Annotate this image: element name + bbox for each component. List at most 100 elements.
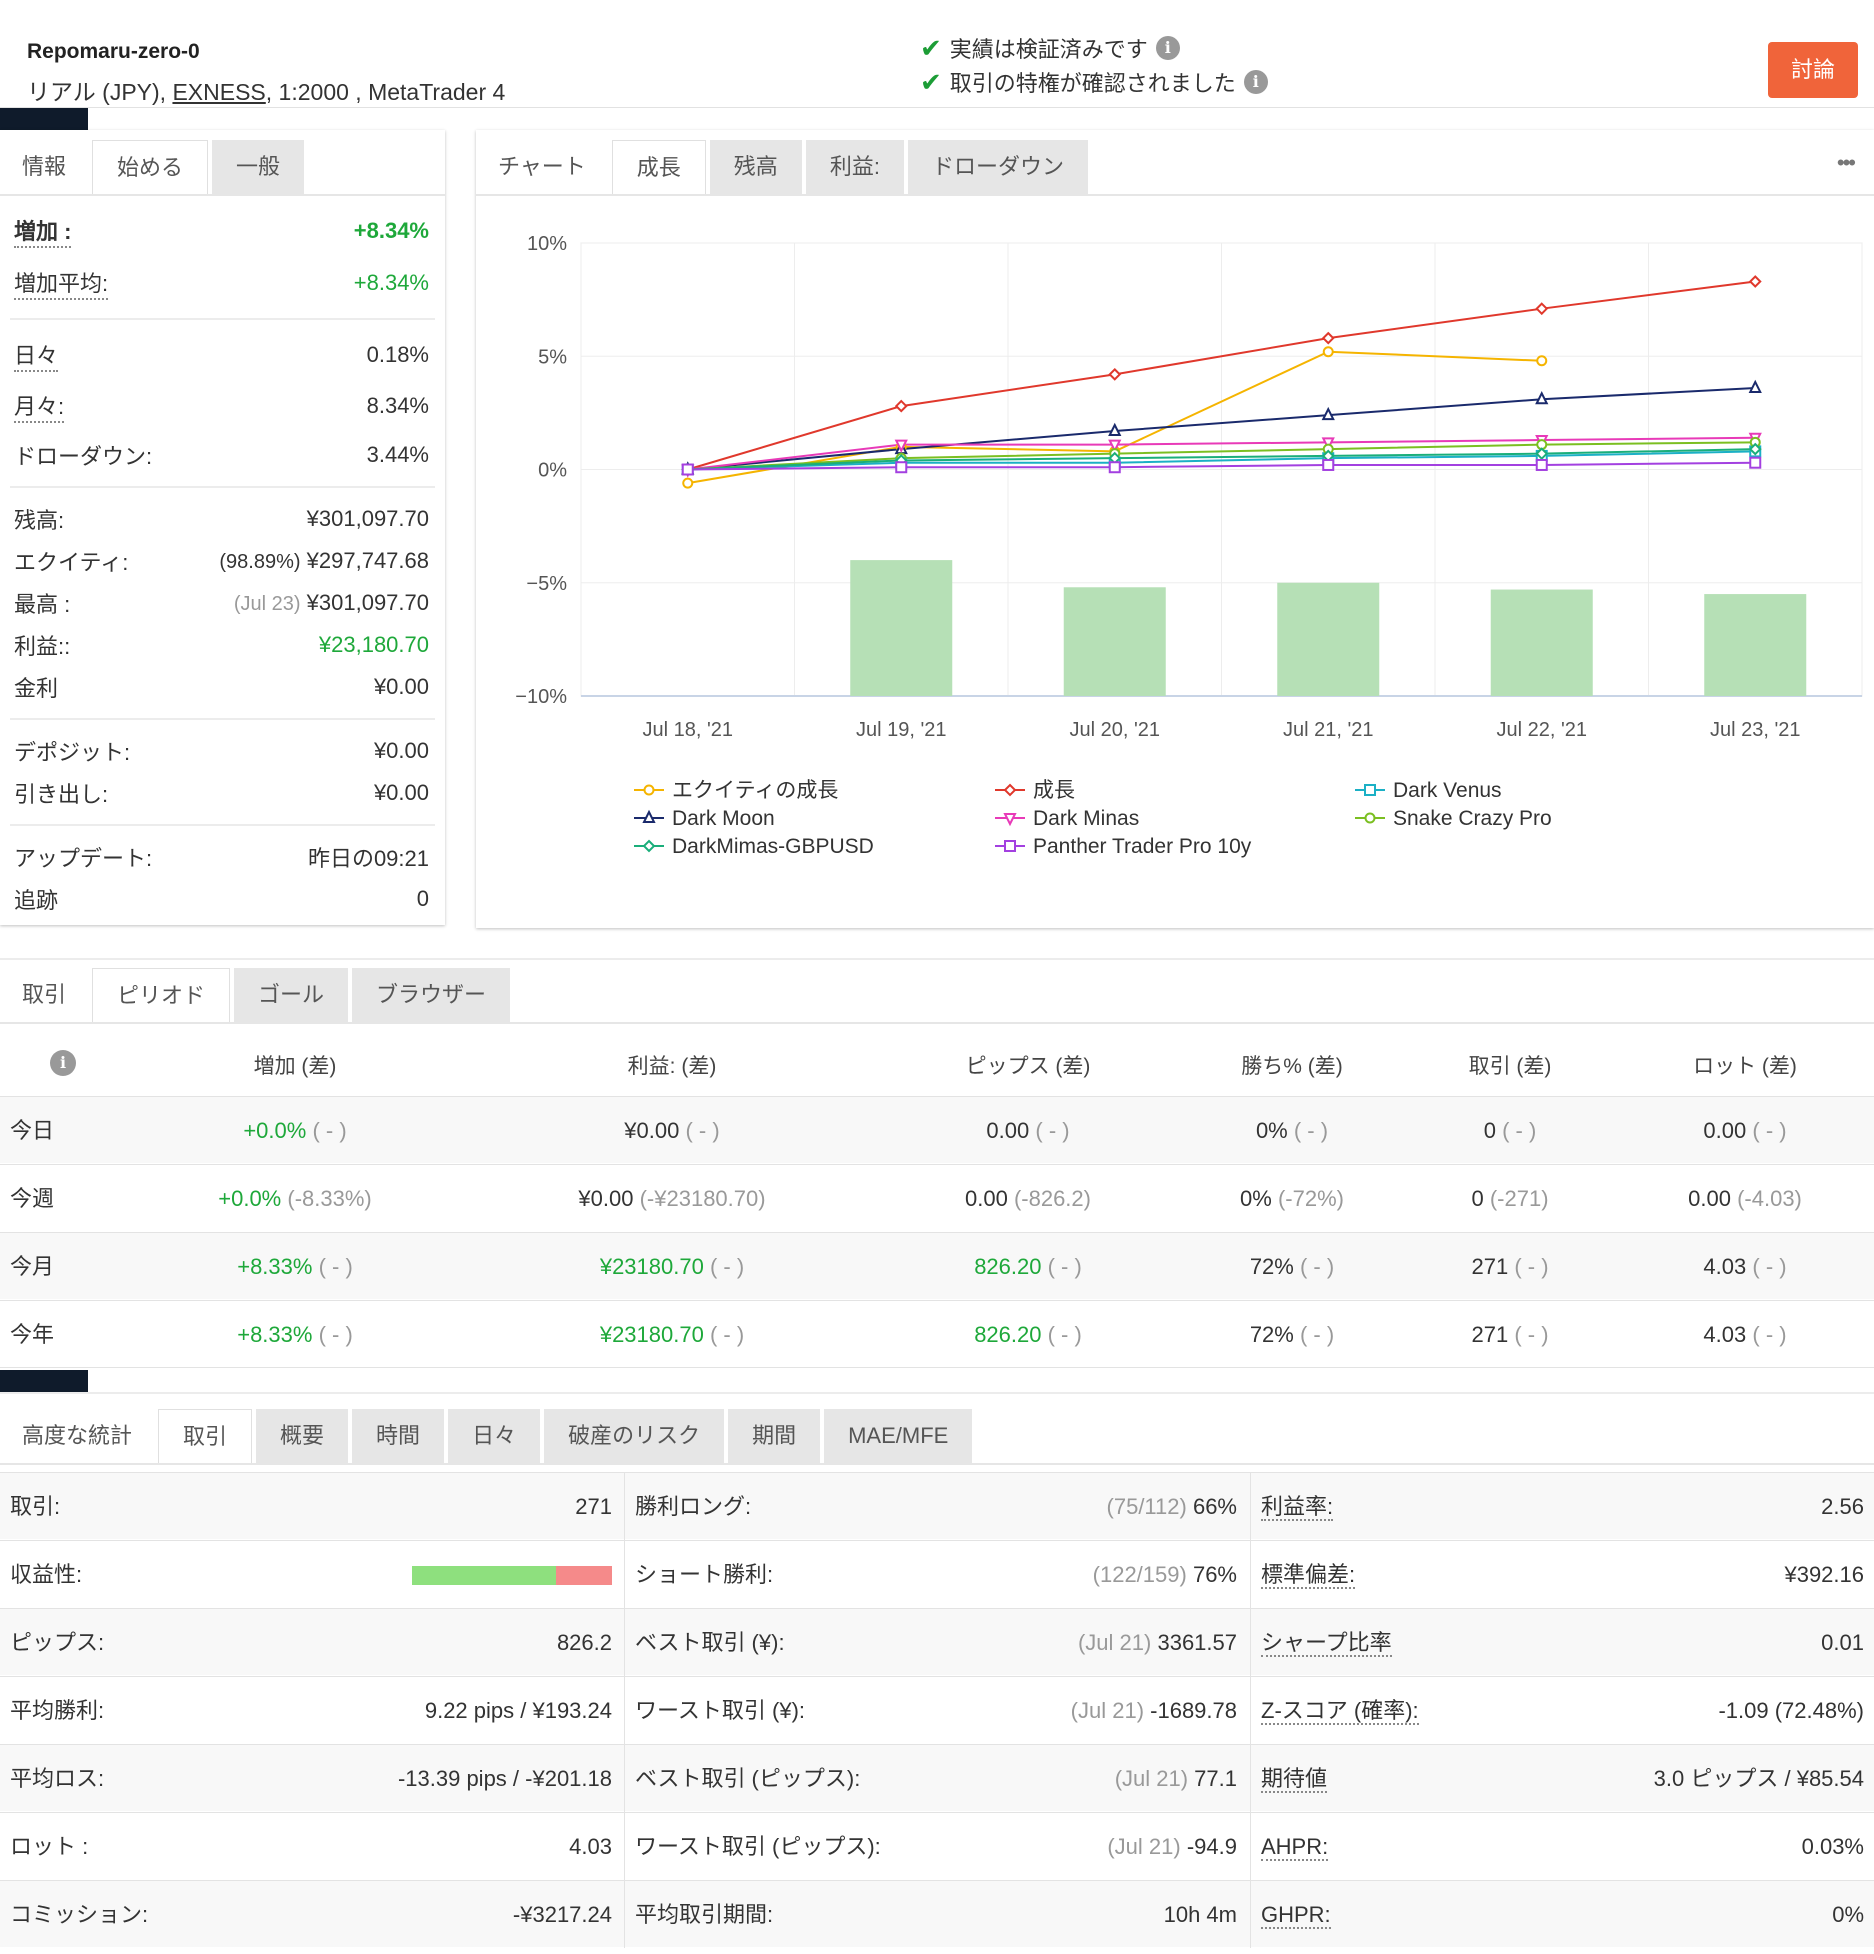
updated-value: 昨日の09:21 (307, 846, 429, 871)
period-value: +0.0% (243, 1118, 307, 1143)
info-icon[interactable]: i (1243, 70, 1268, 94)
tab-periods[interactable]: ピリオド (92, 968, 231, 1022)
period-diff: ( - ) (318, 1322, 353, 1347)
period-diff: ( - ) (1752, 1322, 1787, 1347)
period-value: 72% (1249, 1254, 1294, 1279)
info-tabs: 情報 始める 一般 (0, 140, 308, 194)
period-label: 今年 (10, 1322, 55, 1347)
period-value: 0.00 (965, 1186, 1008, 1211)
period-header: 利益: (差) (627, 1055, 717, 1078)
period-row: 今年 +8.33% ( - ) ¥23180.70 ( - ) 826.20 ( - … (0, 1300, 1874, 1367)
info-icon[interactable]: i (50, 1050, 76, 1076)
period-cell: ¥23180.70 ( - ) (472, 1301, 872, 1368)
check-icon: ✔ (920, 33, 942, 63)
legend-marker (1003, 783, 1017, 797)
period-value: 0% (1255, 1118, 1288, 1143)
stat-label: ピップス: (10, 1630, 105, 1655)
monthly-row: 月々: 8.34% (14, 385, 429, 427)
interest-label: 金利 (14, 676, 59, 701)
period-value: 0% (1240, 1186, 1272, 1211)
period-diff: ( - ) (1047, 1254, 1082, 1279)
stat-value: 10h 4m (1163, 1902, 1237, 1927)
stat-value: 271 (575, 1494, 612, 1519)
stat-value: (122/159) 76% (1092, 1562, 1237, 1587)
daily-row: 日々 0.18% (14, 334, 429, 376)
tab-browser[interactable]: ブラウザー (352, 968, 511, 1022)
tab-summary[interactable]: 概要 (256, 1409, 349, 1463)
bar (850, 560, 953, 696)
gain-label: 増加 : (14, 214, 72, 248)
tab-general[interactable]: 一般 (212, 140, 305, 194)
stats-row: 平均ロス: -13.39 pips / -¥201.18 ベスト取引 (ピップス):… (0, 1744, 1874, 1811)
tab-getting-started[interactable]: 始める (92, 140, 209, 194)
abs-gain-row: 増加平均: +8.34% (14, 262, 429, 304)
stat-label: ショート勝利: (635, 1562, 774, 1587)
period-value: ¥0.00 (578, 1186, 634, 1211)
period-diff: ( - ) (1514, 1322, 1549, 1347)
broker-link[interactable]: EXNESS (172, 79, 265, 105)
tab-hours[interactable]: 時間 (352, 1409, 445, 1463)
period-value: +8.33% (237, 1254, 313, 1279)
profit-label: 利益:: (14, 634, 71, 659)
account-name: Repomaru-zero-0 (27, 40, 200, 63)
period-tabs: 取引 ピリオド ゴール ブラウザー (0, 968, 514, 1022)
drawdown-value: 3.44% (366, 442, 429, 467)
period-row: 今月 +8.33% ( - ) ¥23180.70 ( - ) 826.20 ( - … (0, 1232, 1874, 1299)
period-label: 今日 (10, 1118, 55, 1143)
bar (1490, 589, 1593, 696)
tab-risk-of-ruin[interactable]: 破産のリスク (544, 1409, 725, 1463)
profit-row: 利益:: ¥23,180.70 (14, 624, 429, 666)
tab-mae-mfe[interactable]: MAE/MFE (824, 1409, 973, 1463)
period-diff: (-271) (1489, 1186, 1549, 1211)
tab-chart[interactable]: チャート (476, 140, 608, 194)
stat-label: GHPR: (1261, 1902, 1331, 1929)
stat-value: 826.2 (556, 1630, 612, 1655)
stat-label: ベスト取引 (¥): (635, 1630, 785, 1655)
tab-goals[interactable]: ゴール (234, 968, 349, 1022)
discuss-button[interactable]: 討論 (1768, 42, 1858, 98)
stat-value: 3.0 ピップス / ¥85.54 (1653, 1766, 1864, 1791)
profitability-win-bar (412, 1566, 556, 1585)
stat-value: -1.09 (72.48%) (1718, 1698, 1864, 1723)
period-cell: 4.03 ( - ) (1545, 1233, 1874, 1300)
period-diff: ( - ) (1752, 1118, 1787, 1143)
period-diff: ( - ) (709, 1254, 745, 1279)
drawdown-label: ドローダウン: (14, 444, 153, 469)
tab-duration[interactable]: 期間 (728, 1409, 821, 1463)
tracking-value: 0 (416, 886, 429, 911)
period-value: 826.20 (974, 1254, 1042, 1279)
stat-value: ¥392.16 (1784, 1562, 1864, 1587)
period-value: +8.33% (237, 1322, 313, 1347)
period-header: ロット (差) (1693, 1055, 1797, 1078)
period-value: 271 (1471, 1254, 1509, 1279)
tab-advanced-stats[interactable]: 高度な統計 (0, 1409, 154, 1463)
monthly-label: 月々: (14, 389, 65, 423)
tab-trades[interactable]: 取引 (0, 968, 88, 1022)
period-diff: ( - ) (1502, 1118, 1537, 1143)
info-icon[interactable]: i (1155, 36, 1180, 60)
equity-row: エクイティ: (98.89%) ¥297,747.68 (14, 540, 429, 582)
legend-marker (1004, 840, 1016, 852)
period-cell: 0.00 (-4.03) (1545, 1165, 1874, 1232)
legend-marker (642, 809, 656, 823)
tab-info[interactable]: 情報 (0, 140, 88, 194)
period-cell: +0.0% ( - ) (95, 1097, 495, 1164)
tab-drawdown[interactable]: ドローダウン (907, 140, 1088, 194)
tab-balance[interactable]: 残高 (709, 140, 802, 194)
tab-profit[interactable]: 利益: (805, 140, 904, 194)
tab-growth[interactable]: 成長 (611, 140, 706, 194)
legend-label: DarkMimas-GBPUSD (672, 835, 874, 858)
period-value: 826.20 (974, 1322, 1042, 1347)
stat-value: 0% (1832, 1902, 1864, 1927)
period-value: ¥23180.70 (599, 1254, 704, 1279)
period-diff: (-8.33%) (287, 1186, 372, 1211)
more-icon[interactable]: ••• (1837, 150, 1856, 176)
period-row: 今日 +0.0% ( - ) ¥0.00 ( - ) 0.00 ( - ) 0% ( -… (0, 1096, 1874, 1163)
bar (1704, 594, 1807, 696)
equity-percent: (98.89%) (219, 551, 301, 573)
period-diff: ( - ) (709, 1322, 745, 1347)
tab-daily[interactable]: 日々 (448, 1409, 541, 1463)
equity-label: エクイティ: (14, 550, 129, 575)
tab-stats-trades[interactable]: 取引 (158, 1409, 253, 1463)
legend-marker (643, 784, 655, 796)
